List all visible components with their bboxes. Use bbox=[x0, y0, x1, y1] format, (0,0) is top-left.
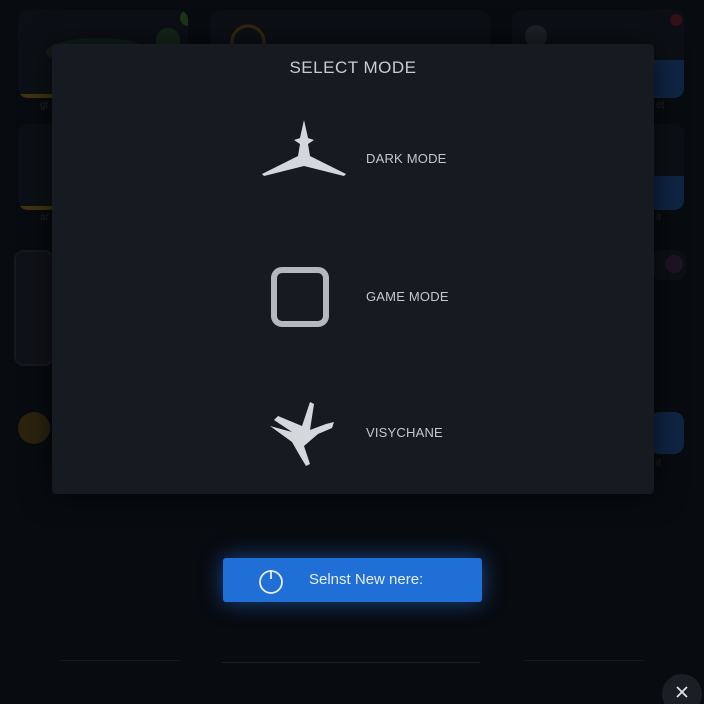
mode-option-visychane[interactable]: VISYCHANE bbox=[252, 394, 512, 474]
mode-option-dark[interactable]: DARK MODE bbox=[252, 120, 512, 200]
mode-label: DARK MODE bbox=[366, 151, 447, 166]
dialog-title: SELECT MODE bbox=[289, 58, 417, 77]
mode-label: VISYCHANE bbox=[366, 425, 443, 440]
mode-label: GAME MODE bbox=[366, 289, 449, 304]
select-new-mode-button[interactable]: Selnst New nere: bbox=[223, 558, 482, 602]
mode-option-game[interactable]: GAME MODE bbox=[252, 258, 512, 338]
square-icon bbox=[271, 267, 329, 327]
mode-select-dialog: SELECT MODE DARK MODE GAME MODE VISYCHAN… bbox=[52, 44, 654, 494]
airplane-side-icon bbox=[270, 402, 334, 466]
button-label: Selnst New nere: bbox=[309, 571, 424, 588]
close-icon bbox=[676, 686, 688, 698]
screen: gt et ar it it SELECT MODE DARK MODE bbox=[0, 0, 704, 704]
airplane-top-icon bbox=[262, 120, 346, 176]
power-icon bbox=[259, 570, 283, 594]
